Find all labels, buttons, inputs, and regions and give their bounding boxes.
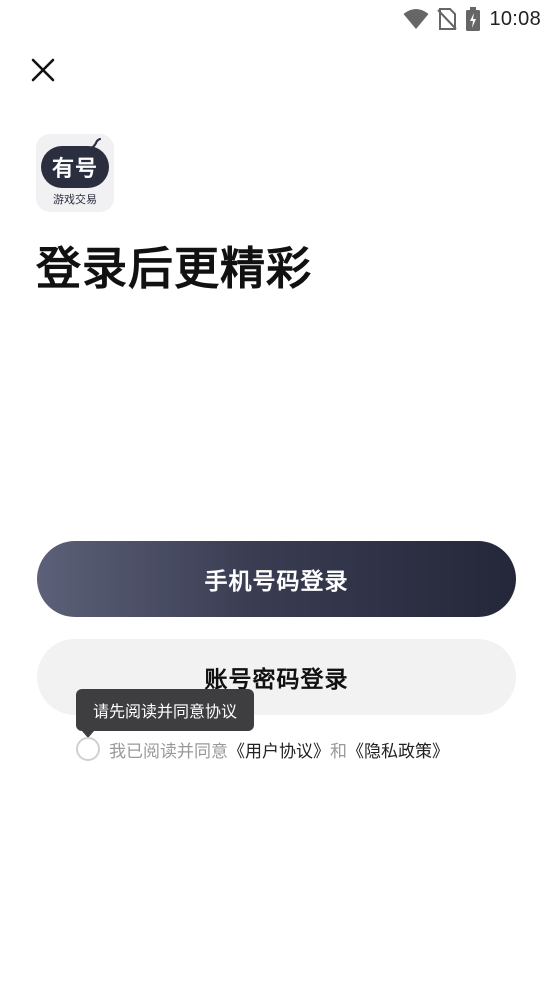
page-title: 登录后更精彩 [36, 242, 313, 295]
app-logo: 有号 游戏交易 [36, 134, 114, 212]
wifi-icon [403, 9, 429, 29]
logo-badge: 有号 [41, 146, 109, 188]
status-bar: 10:08 [0, 0, 553, 38]
logo-subtitle: 游戏交易 [53, 193, 97, 206]
agreement-row: 我已阅读并同意 《用户协议》 和 《隐私政策》 [76, 736, 449, 762]
status-time: 10:08 [489, 7, 541, 30]
close-icon [31, 58, 55, 82]
battery-charging-icon [466, 7, 481, 31]
user-agreement-link[interactable]: 《用户协议》 [228, 737, 330, 762]
agreement-conjunction: 和 [330, 741, 347, 762]
agreement-checkbox[interactable] [76, 737, 100, 761]
agreement-prefix: 我已阅读并同意 [109, 741, 228, 762]
phone-login-button[interactable]: 手机号码登录 [37, 541, 516, 617]
no-sim-icon [437, 8, 458, 30]
status-icons: 10:08 [403, 5, 541, 33]
privacy-policy-link[interactable]: 《隐私政策》 [347, 737, 449, 762]
close-button[interactable] [29, 56, 57, 84]
agreement-tooltip: 请先阅读并同意协议 [76, 689, 255, 731]
